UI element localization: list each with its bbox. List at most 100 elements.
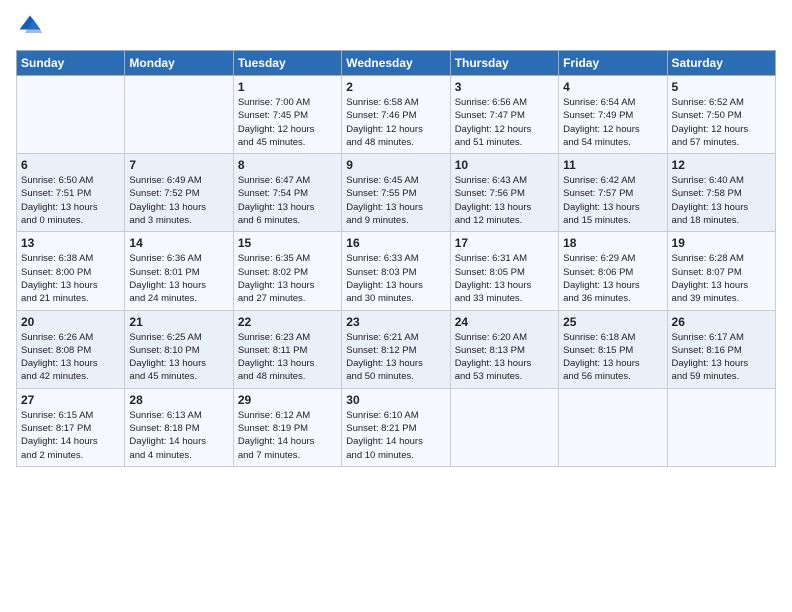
cell-line: Sunset: 8:16 PM: [672, 344, 771, 357]
day-number: 4: [563, 80, 662, 94]
day-number: 18: [563, 236, 662, 250]
cell-line: Sunset: 7:49 PM: [563, 109, 662, 122]
cell-line: Daylight: 12 hours: [238, 123, 337, 136]
day-number: 14: [129, 236, 228, 250]
calendar-cell: [559, 388, 667, 466]
cell-line: and 51 minutes.: [455, 136, 554, 149]
cell-line: Sunset: 8:05 PM: [455, 266, 554, 279]
cell-line: Sunset: 7:50 PM: [672, 109, 771, 122]
cell-line: Sunset: 8:12 PM: [346, 344, 445, 357]
cell-line: Sunset: 7:51 PM: [21, 187, 120, 200]
cell-line: Daylight: 13 hours: [21, 357, 120, 370]
cell-line: Sunset: 7:55 PM: [346, 187, 445, 200]
cell-line: Sunset: 7:45 PM: [238, 109, 337, 122]
cell-line: Sunset: 8:02 PM: [238, 266, 337, 279]
cell-line: Sunset: 8:00 PM: [21, 266, 120, 279]
cell-line: Sunrise: 6:36 AM: [129, 252, 228, 265]
cell-line: Sunrise: 6:42 AM: [563, 174, 662, 187]
calendar-cell: 6Sunrise: 6:50 AMSunset: 7:51 PMDaylight…: [17, 154, 125, 232]
cell-line: Daylight: 13 hours: [129, 357, 228, 370]
cell-line: Sunrise: 6:56 AM: [455, 96, 554, 109]
calendar-cell: 13Sunrise: 6:38 AMSunset: 8:00 PMDayligh…: [17, 232, 125, 310]
calendar-cell: [125, 76, 233, 154]
calendar-cell: 15Sunrise: 6:35 AMSunset: 8:02 PMDayligh…: [233, 232, 341, 310]
calendar-cell: 29Sunrise: 6:12 AMSunset: 8:19 PMDayligh…: [233, 388, 341, 466]
cell-line: Sunset: 8:11 PM: [238, 344, 337, 357]
cell-line: Sunset: 8:21 PM: [346, 422, 445, 435]
cell-line: Daylight: 13 hours: [238, 357, 337, 370]
calendar-cell: 26 Sunrise: 6:17 AMSunset: 8:16 PMDayligh…: [667, 310, 775, 388]
cell-line: and 57 minutes.: [672, 136, 771, 149]
cell-line: Sunrise: 6:10 AM: [346, 409, 445, 422]
cell-line: Daylight: 13 hours: [346, 201, 445, 214]
day-number: 1: [238, 80, 337, 94]
cell-line: Sunset: 8:18 PM: [129, 422, 228, 435]
cell-line: and 50 minutes.: [346, 370, 445, 383]
cell-line: and 59 minutes.: [672, 370, 771, 383]
cell-line: Daylight: 13 hours: [672, 201, 771, 214]
cell-line: and 36 minutes.: [563, 292, 662, 305]
calendar-cell: 20 Sunrise: 6:26 AMSunset: 8:08 PMDayligh…: [17, 310, 125, 388]
cell-line: Sunrise: 6:26 AM: [21, 331, 120, 344]
week-row-5: 27Sunrise: 6:15 AMSunset: 8:17 PMDayligh…: [17, 388, 776, 466]
day-number: 21: [129, 315, 228, 329]
cell-line: Sunrise: 6:40 AM: [672, 174, 771, 187]
cell-line: Daylight: 13 hours: [21, 201, 120, 214]
calendar-cell: 27Sunrise: 6:15 AMSunset: 8:17 PMDayligh…: [17, 388, 125, 466]
week-row-1: 1Sunrise: 7:00 AMSunset: 7:45 PMDaylight…: [17, 76, 776, 154]
cell-line: Sunset: 8:07 PM: [672, 266, 771, 279]
calendar-cell: [667, 388, 775, 466]
cell-line: and 21 minutes.: [21, 292, 120, 305]
calendar-cell: 1 Sunrise: 7:00 AMSunset: 7:45 PMDaylight…: [233, 76, 341, 154]
cell-line: and 9 minutes.: [346, 214, 445, 227]
cell-line: Daylight: 13 hours: [563, 357, 662, 370]
cell-line: Daylight: 13 hours: [238, 279, 337, 292]
cell-line: Sunset: 8:13 PM: [455, 344, 554, 357]
day-number: 26: [672, 315, 771, 329]
cell-line: Sunset: 8:15 PM: [563, 344, 662, 357]
cell-line: Sunrise: 6:49 AM: [129, 174, 228, 187]
day-number: 9: [346, 158, 445, 172]
cell-line: Sunrise: 6:17 AM: [672, 331, 771, 344]
cell-line: Sunset: 7:58 PM: [672, 187, 771, 200]
cell-line: and 30 minutes.: [346, 292, 445, 305]
cell-line: Sunset: 8:17 PM: [21, 422, 120, 435]
header-cell-monday: Monday: [125, 51, 233, 76]
calendar-cell: 5Sunrise: 6:52 AMSunset: 7:50 PMDaylight…: [667, 76, 775, 154]
day-number: 22: [238, 315, 337, 329]
cell-line: Daylight: 13 hours: [21, 279, 120, 292]
cell-line: Sunrise: 6:18 AM: [563, 331, 662, 344]
cell-line: Sunrise: 6:58 AM: [346, 96, 445, 109]
cell-line: Sunset: 7:52 PM: [129, 187, 228, 200]
cell-line: Sunrise: 7:00 AM: [238, 96, 337, 109]
cell-line: and 42 minutes.: [21, 370, 120, 383]
calendar-cell: 4Sunrise: 6:54 AMSunset: 7:49 PMDaylight…: [559, 76, 667, 154]
calendar-table: SundayMondayTuesdayWednesdayThursdayFrid…: [16, 50, 776, 467]
day-number: 24: [455, 315, 554, 329]
cell-line: and 45 minutes.: [129, 370, 228, 383]
day-number: 25: [563, 315, 662, 329]
cell-line: Sunrise: 6:28 AM: [672, 252, 771, 265]
day-number: 20: [21, 315, 120, 329]
cell-line: and 27 minutes.: [238, 292, 337, 305]
cell-line: Daylight: 13 hours: [672, 357, 771, 370]
calendar-cell: 9Sunrise: 6:45 AMSunset: 7:55 PMDaylight…: [342, 154, 450, 232]
day-number: 17: [455, 236, 554, 250]
cell-line: and 39 minutes.: [672, 292, 771, 305]
day-number: 10: [455, 158, 554, 172]
calendar-cell: 8Sunrise: 6:47 AMSunset: 7:54 PMDaylight…: [233, 154, 341, 232]
calendar-cell: 25 Sunrise: 6:18 AMSunset: 8:15 PMDayligh…: [559, 310, 667, 388]
header-cell-wednesday: Wednesday: [342, 51, 450, 76]
day-number: 11: [563, 158, 662, 172]
cell-line: Sunset: 7:46 PM: [346, 109, 445, 122]
cell-line: Daylight: 13 hours: [563, 201, 662, 214]
cell-line: Sunset: 8:06 PM: [563, 266, 662, 279]
cell-line: and 15 minutes.: [563, 214, 662, 227]
cell-line: Sunset: 8:19 PM: [238, 422, 337, 435]
calendar-cell: 21Sunrise: 6:25 AMSunset: 8:10 PMDayligh…: [125, 310, 233, 388]
calendar-cell: 18Sunrise: 6:29 AMSunset: 8:06 PMDayligh…: [559, 232, 667, 310]
cell-line: Daylight: 12 hours: [672, 123, 771, 136]
calendar-header: SundayMondayTuesdayWednesdayThursdayFrid…: [17, 51, 776, 76]
cell-line: Sunrise: 6:50 AM: [21, 174, 120, 187]
cell-line: Sunset: 8:08 PM: [21, 344, 120, 357]
